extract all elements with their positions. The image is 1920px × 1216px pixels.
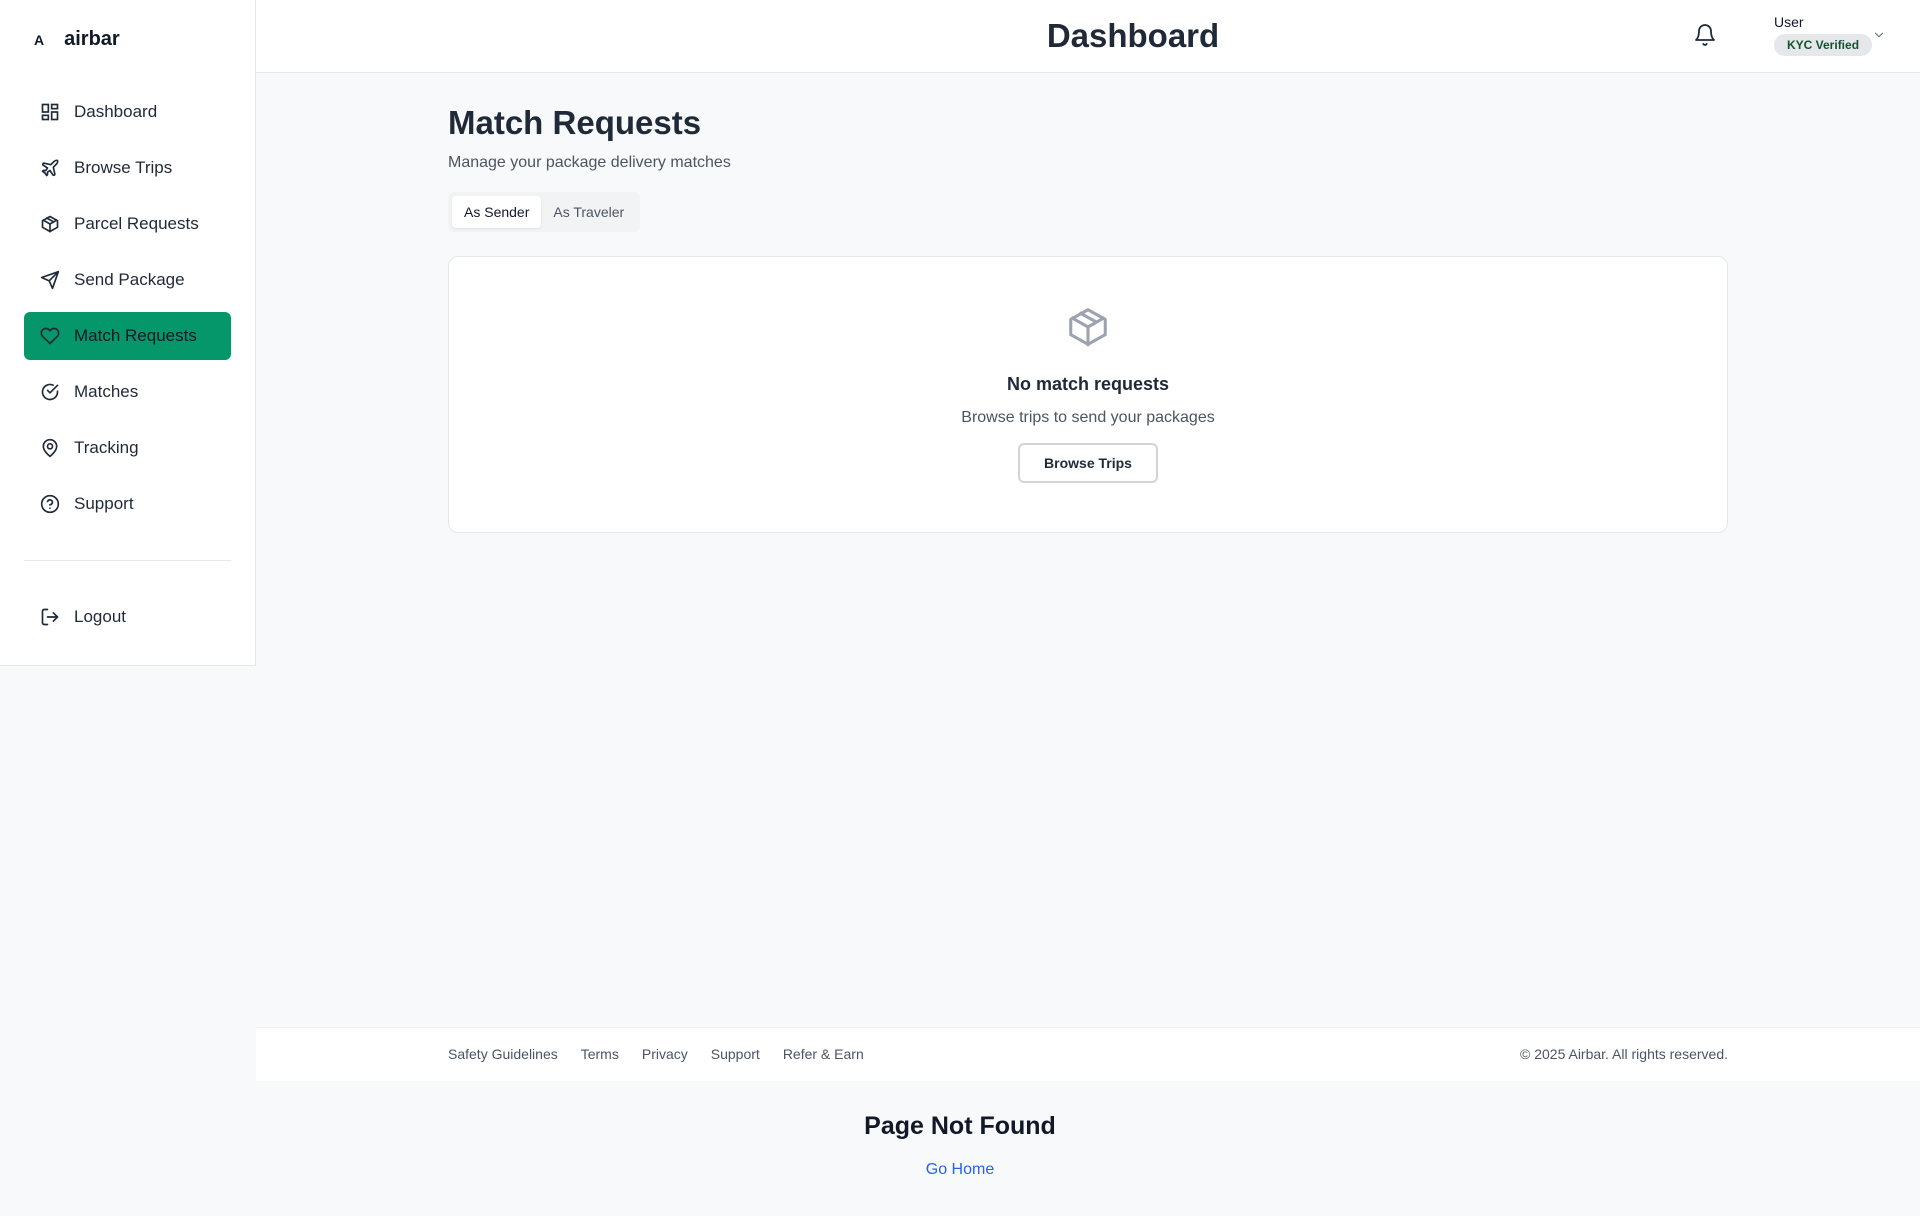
- sidebar-item-label: Matches: [74, 382, 139, 401]
- role-tabs: As Sender As Traveler: [448, 192, 641, 232]
- footer-link-refer[interactable]: Refer & Earn: [783, 1046, 864, 1062]
- footer-link-support[interactable]: Support: [711, 1046, 760, 1062]
- brand-mark: A: [34, 31, 45, 48]
- footer-link-safety[interactable]: Safety Guidelines: [448, 1046, 558, 1062]
- logout-label: Logout: [74, 607, 126, 626]
- copyright: © 2025 Airbar. All rights reserved.: [1520, 1046, 1728, 1062]
- header-title-row: Dashboard: [256, 17, 1920, 55]
- bell-icon[interactable]: [1693, 22, 1717, 48]
- footer-link-terms[interactable]: Terms: [581, 1046, 619, 1062]
- plane-icon: [41, 159, 59, 177]
- dashboard-icon: [41, 103, 59, 121]
- empty-state-title: No match requests: [1006, 374, 1170, 394]
- page-title: Match Requests: [448, 104, 702, 141]
- tab-as-traveler[interactable]: As Traveler: [541, 196, 636, 228]
- kyc-badge: KYC Verified: [1774, 34, 1873, 56]
- package-icon: [41, 215, 59, 233]
- page-header-title: Dashboard: [1046, 17, 1220, 54]
- map-pin-icon: [42, 438, 58, 458]
- chevron-down-icon[interactable]: [1872, 28, 1886, 42]
- tab-as-sender[interactable]: As Sender: [452, 196, 542, 228]
- footer-link-privacy[interactable]: Privacy: [642, 1046, 688, 1062]
- sidebar-item-dashboard[interactable]: Dashboard: [24, 88, 231, 136]
- sidebar-item-label: Tracking: [74, 438, 139, 457]
- sidebar-item-label: Browse Trips: [74, 158, 173, 177]
- sidebar-item-label: Support: [74, 494, 134, 513]
- sidebar-item-match-requests[interactable]: Match Requests: [24, 312, 231, 360]
- footer: Safety Guidelines Terms Privacy Support …: [256, 1027, 1920, 1081]
- footer-links: Safety Guidelines Terms Privacy Support …: [448, 1046, 864, 1062]
- sidebar-item-label: Match Requests: [74, 326, 197, 345]
- brand-name: airbar: [64, 28, 120, 50]
- top-header: Dashboard User KYC Verified: [256, 0, 1920, 73]
- user-name: User: [1774, 14, 1804, 30]
- logout-button[interactable]: Logout: [24, 593, 231, 641]
- send-icon: [40, 270, 60, 290]
- empty-state-card: No match requests Browse trips to send y…: [448, 256, 1728, 533]
- user-menu[interactable]: User KYC Verified: [1774, 14, 1873, 56]
- sidebar-item-parcel-requests[interactable]: Parcel Requests: [24, 200, 231, 248]
- sidebar-item-browse-trips[interactable]: Browse Trips: [24, 144, 231, 192]
- sidebar-item-matches[interactable]: Matches: [24, 368, 231, 416]
- sidebar-item-support[interactable]: Support: [24, 480, 231, 528]
- brand[interactable]: A airbar: [34, 28, 120, 51]
- help-circle-icon: [40, 494, 60, 514]
- sidebar-item-send-package[interactable]: Send Package: [24, 256, 231, 304]
- page-subtitle: Manage your package delivery matches: [448, 154, 731, 171]
- logout-icon: [41, 608, 59, 626]
- sidebar-item-tracking[interactable]: Tracking: [24, 424, 231, 472]
- browse-trips-button[interactable]: Browse Trips: [1018, 443, 1158, 483]
- sidebar-item-label: Dashboard: [74, 102, 158, 121]
- not-found-section: Page Not Found Go Home: [256, 1112, 1664, 1179]
- sidebar-nav: Dashboard Browse Trips Parcel Requests S…: [24, 88, 231, 536]
- package-icon: [1069, 308, 1107, 347]
- sidebar-divider: [24, 560, 231, 561]
- heart-icon: [40, 327, 60, 345]
- not-found-title: Page Not Found: [864, 1112, 1056, 1140]
- go-home-link[interactable]: Go Home: [926, 1161, 994, 1179]
- sidebar: A airbar Dashboard Browse Trips Parcel R…: [0, 0, 256, 666]
- check-circle-icon: [41, 383, 59, 401]
- empty-state-subtitle: Browse trips to send your packages: [961, 409, 1215, 426]
- sidebar-item-label: Parcel Requests: [74, 214, 199, 233]
- sidebar-item-label: Send Package: [74, 270, 185, 289]
- main-content: Match Requests Manage your package deliv…: [448, 104, 1728, 533]
